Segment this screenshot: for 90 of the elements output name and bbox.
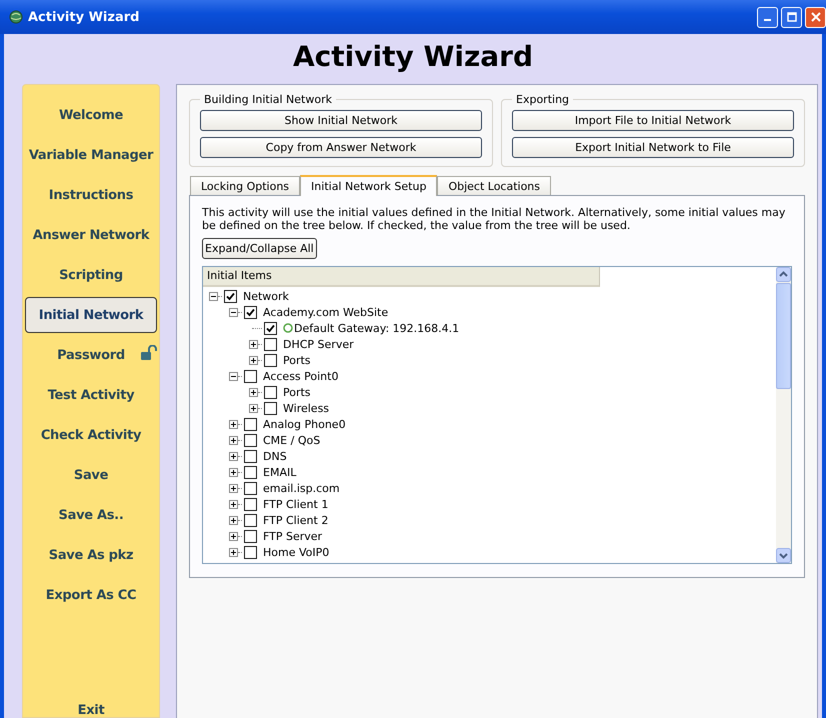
scroll-up-icon[interactable] <box>776 267 791 282</box>
checkbox[interactable] <box>244 418 257 430</box>
sidebar-item[interactable]: Check Activity <box>38 428 144 442</box>
sidebar-item[interactable]: Export As CC <box>44 588 138 602</box>
sidebar-item[interactable]: Save As.. <box>56 508 126 522</box>
checkbox[interactable] <box>244 546 257 558</box>
scrollbar[interactable] <box>776 267 791 563</box>
checkbox[interactable] <box>244 370 257 382</box>
exit-button[interactable]: Exit <box>78 703 104 718</box>
tree-item[interactable]: Ports <box>283 354 311 366</box>
action-button[interactable]: Export Initial Network to File <box>512 137 794 158</box>
tree-item[interactable]: Ports <box>283 386 311 398</box>
tree-item[interactable]: DNS <box>263 450 287 462</box>
sidebar-item[interactable]: Instructions <box>46 188 136 202</box>
checkbox[interactable] <box>264 338 277 350</box>
checkbox[interactable] <box>264 354 277 366</box>
checkbox[interactable] <box>264 322 277 334</box>
tab[interactable]: Object Locations <box>437 176 552 195</box>
checkbox[interactable] <box>244 466 257 478</box>
collapse-icon[interactable] <box>229 372 238 380</box>
tree-item[interactable]: Academy.com WebSite <box>263 306 388 318</box>
expand-icon[interactable] <box>229 516 238 524</box>
checkbox[interactable] <box>244 530 257 542</box>
sidebar-item[interactable]: Welcome <box>56 108 126 122</box>
tree-item[interactable]: Analog Phone0 <box>263 418 346 430</box>
checkbox[interactable] <box>244 434 257 446</box>
action-button[interactable]: Copy from Answer Network <box>200 137 482 158</box>
sidebar-item[interactable]: Password <box>55 348 127 362</box>
window-title: Activity Wizard <box>28 10 140 24</box>
expand-icon[interactable] <box>249 388 258 396</box>
page-heading: Activity Wizard <box>292 40 533 74</box>
tree-item[interactable]: EMAIL <box>263 466 296 478</box>
checkbox[interactable] <box>264 402 277 414</box>
minimize-button[interactable] <box>757 6 778 28</box>
checkbox[interactable] <box>224 290 237 302</box>
scroll-thumb[interactable] <box>776 283 791 389</box>
checkbox[interactable] <box>244 514 257 526</box>
sidebar-item[interactable]: Answer Network <box>30 228 152 242</box>
collapse-icon[interactable] <box>229 308 238 316</box>
expand-icon[interactable] <box>229 500 238 508</box>
expand-icon[interactable] <box>249 340 258 348</box>
minimize-icon <box>764 19 771 21</box>
checkbox[interactable] <box>244 306 257 318</box>
tree-item[interactable]: Wireless <box>283 402 330 414</box>
sidebar-item[interactable]: Save As pkz <box>46 548 136 562</box>
expand-collapse-button[interactable]: Expand/Collapse All <box>202 238 317 259</box>
tab[interactable]: Locking Options <box>190 176 300 195</box>
expand-icon[interactable] <box>229 548 238 556</box>
circle-icon <box>283 323 293 333</box>
checkbox[interactable] <box>244 498 257 510</box>
description-text: This activity will use the initial values defined in the Initial Network. Alternatively, some initial values may be defined on the tree below. If checked, the value from the tree will be used. <box>202 206 786 232</box>
tree-item[interactable]: DHCP Server <box>283 338 354 350</box>
group-title: Exporting <box>515 93 570 106</box>
collapse-icon[interactable] <box>209 292 218 300</box>
sidebar-item[interactable]: Variable Manager <box>26 148 156 162</box>
expand-icon[interactable] <box>229 484 238 492</box>
sidebar-item[interactable]: Scripting <box>57 268 125 282</box>
tree-item[interactable]: Default Gateway: 192.168.4.1 <box>294 322 460 334</box>
globe-icon <box>8 9 24 25</box>
tree-item[interactable]: FTP Client 1 <box>263 498 328 510</box>
tree-item[interactable]: email.isp.com <box>263 482 340 494</box>
expand-icon[interactable] <box>229 532 238 540</box>
group-title: Building Initial Network <box>203 93 333 106</box>
expand-icon[interactable] <box>229 420 238 428</box>
tree-item[interactable]: Home VoIP0 <box>263 546 330 558</box>
checkbox[interactable] <box>264 386 277 398</box>
close-button[interactable] <box>805 6 826 28</box>
expand-icon[interactable] <box>229 468 238 476</box>
tab[interactable]: Initial Network Setup <box>300 175 438 196</box>
tree-item[interactable]: FTP Client 2 <box>263 514 328 526</box>
action-button[interactable]: Show Initial Network <box>200 110 482 131</box>
expand-icon[interactable] <box>229 436 238 444</box>
sidebar-item[interactable]: Initial Network <box>25 297 157 333</box>
column-header: Initial Items <box>203 267 600 287</box>
expand-icon[interactable] <box>249 356 258 364</box>
scroll-down-icon[interactable] <box>776 548 791 563</box>
close-icon <box>810 12 820 22</box>
sidebar-item[interactable]: Test Activity <box>46 388 136 402</box>
tree-item[interactable]: Access Point0 <box>263 370 338 382</box>
sidebar-item[interactable]: Save <box>72 468 110 482</box>
maximize-button[interactable] <box>781 6 802 28</box>
expand-icon[interactable] <box>249 404 258 412</box>
tree-item[interactable]: FTP Server <box>263 530 322 542</box>
checkbox[interactable] <box>244 450 257 462</box>
checkbox[interactable] <box>244 482 257 494</box>
tree-item[interactable]: CME / QoS <box>263 434 320 446</box>
maximize-icon <box>786 12 796 22</box>
action-button[interactable]: Import File to Initial Network <box>512 110 794 131</box>
expand-icon[interactable] <box>229 452 238 460</box>
tree-item[interactable]: Network <box>243 290 289 302</box>
